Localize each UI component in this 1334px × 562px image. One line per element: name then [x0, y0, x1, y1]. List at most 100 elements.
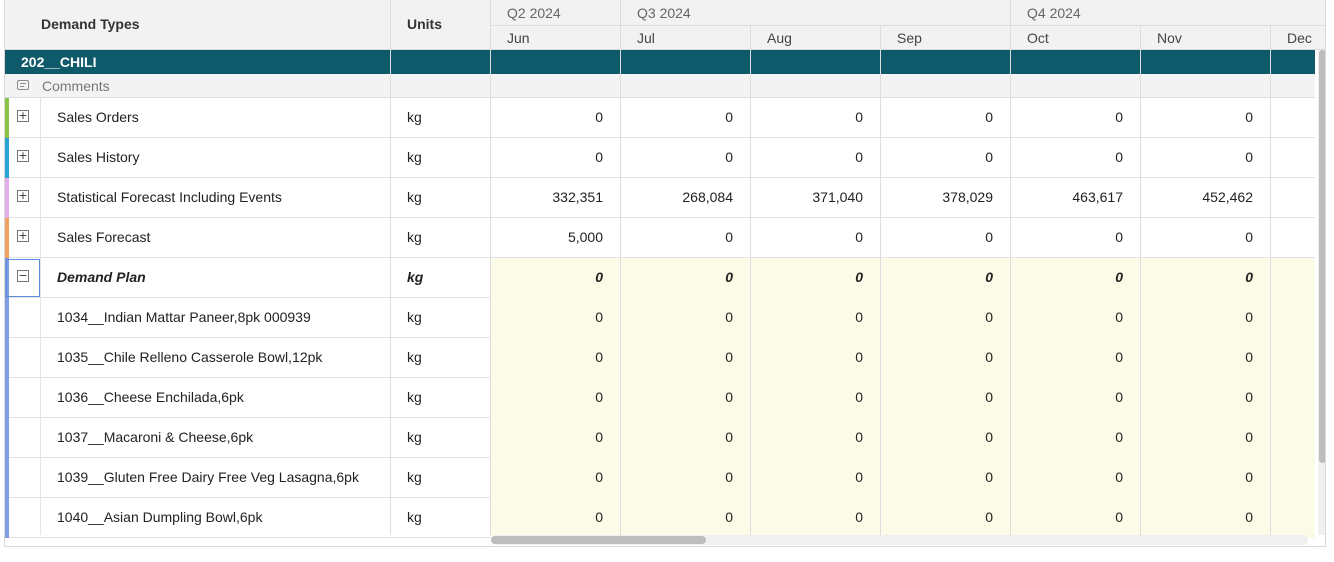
- horizontal-scrollbar[interactable]: [491, 535, 1308, 545]
- value-cell[interactable]: 0: [751, 98, 881, 138]
- value-cell[interactable]: 0: [881, 218, 1011, 258]
- value-cell[interactable]: 0: [751, 498, 881, 538]
- table-row[interactable]: 1035__Chile Relleno Casserole Bowl,12pk k…: [5, 338, 1315, 378]
- value-cell[interactable]: 0: [1141, 258, 1271, 298]
- value-cell[interactable]: 0: [1141, 98, 1271, 138]
- value-cell[interactable]: 0: [621, 218, 751, 258]
- value-cell[interactable]: 0: [881, 338, 1011, 378]
- expand-icon[interactable]: +: [17, 190, 29, 202]
- value-cell[interactable]: 268,084: [621, 178, 751, 218]
- header-month-aug[interactable]: Aug: [767, 30, 792, 46]
- value-cell[interactable]: 0: [751, 298, 881, 338]
- value-cell[interactable]: 0: [491, 258, 621, 298]
- value-cell-dec[interactable]: [1271, 98, 1315, 138]
- table-row[interactable]: + Sales History kg 0 0 0 0 0 0: [5, 138, 1315, 178]
- value-cell[interactable]: 0: [491, 498, 621, 538]
- value-cell[interactable]: 0: [881, 138, 1011, 178]
- expand-icon[interactable]: +: [17, 150, 29, 162]
- value-cell[interactable]: 0: [1011, 218, 1141, 258]
- value-cell[interactable]: 0: [1141, 498, 1271, 538]
- comments-row[interactable]: Comments: [5, 74, 1315, 98]
- vertical-scrollbar[interactable]: [1318, 50, 1325, 535]
- value-cell[interactable]: 0: [1141, 338, 1271, 378]
- value-cell[interactable]: 332,351: [491, 178, 621, 218]
- value-cell[interactable]: 0: [1141, 458, 1271, 498]
- value-cell[interactable]: 0: [1141, 298, 1271, 338]
- value-cell[interactable]: 0: [1011, 498, 1141, 538]
- expand-icon[interactable]: +: [17, 230, 29, 242]
- table-row[interactable]: + Sales Orders kg 0 0 0 0 0 0: [5, 98, 1315, 138]
- value-cell-dec[interactable]: [1271, 258, 1315, 298]
- value-cell[interactable]: 0: [881, 458, 1011, 498]
- value-cell[interactable]: 0: [1011, 258, 1141, 298]
- comment-icon[interactable]: [17, 80, 29, 90]
- header-month-jul[interactable]: Jul: [637, 30, 655, 46]
- value-cell[interactable]: 0: [621, 418, 751, 458]
- group-band[interactable]: 202__CHILI: [5, 50, 1315, 74]
- value-cell[interactable]: 0: [751, 338, 881, 378]
- value-cell[interactable]: 0: [1011, 378, 1141, 418]
- value-cell[interactable]: 0: [621, 458, 751, 498]
- value-cell[interactable]: 0: [1141, 418, 1271, 458]
- value-cell[interactable]: 0: [881, 418, 1011, 458]
- header-month-jun[interactable]: Jun: [507, 30, 530, 46]
- value-cell[interactable]: 0: [1011, 418, 1141, 458]
- value-cell[interactable]: 0: [1141, 218, 1271, 258]
- value-cell[interactable]: 0: [1011, 98, 1141, 138]
- header-demand-types[interactable]: Demand Types: [41, 16, 140, 32]
- header-month-nov[interactable]: Nov: [1157, 30, 1182, 46]
- value-cell[interactable]: 0: [621, 498, 751, 538]
- value-cell[interactable]: 0: [491, 458, 621, 498]
- value-cell[interactable]: 0: [491, 338, 621, 378]
- table-row[interactable]: 1036__Cheese Enchilada,6pk kg 0 0 0 0 0 0: [5, 378, 1315, 418]
- header-month-sep[interactable]: Sep: [897, 30, 922, 46]
- value-cell-dec[interactable]: [1271, 338, 1315, 378]
- value-cell[interactable]: 0: [621, 138, 751, 178]
- value-cell-dec[interactable]: [1271, 138, 1315, 178]
- value-cell[interactable]: 0: [751, 378, 881, 418]
- value-cell[interactable]: 0: [881, 498, 1011, 538]
- value-cell-dec[interactable]: [1271, 498, 1315, 538]
- value-cell[interactable]: 0: [491, 138, 621, 178]
- table-row[interactable]: 1039__Gluten Free Dairy Free Veg Lasagna…: [5, 458, 1315, 498]
- value-cell-dec[interactable]: [1271, 298, 1315, 338]
- horizontal-scroll-thumb[interactable]: [491, 536, 706, 544]
- value-cell[interactable]: 0: [1141, 378, 1271, 418]
- table-row[interactable]: + Sales Forecast kg 5,000 0 0 0 0 0: [5, 218, 1315, 258]
- value-cell[interactable]: 5,000: [491, 218, 621, 258]
- value-cell[interactable]: 0: [1011, 138, 1141, 178]
- value-cell[interactable]: 0: [881, 258, 1011, 298]
- value-cell[interactable]: 0: [1011, 458, 1141, 498]
- value-cell-dec[interactable]: [1271, 178, 1315, 218]
- value-cell[interactable]: 463,617: [1011, 178, 1141, 218]
- value-cell-dec[interactable]: [1271, 378, 1315, 418]
- expand-icon[interactable]: +: [17, 110, 29, 122]
- value-cell[interactable]: 0: [751, 458, 881, 498]
- header-units[interactable]: Units: [407, 16, 442, 32]
- value-cell[interactable]: 0: [491, 98, 621, 138]
- table-row[interactable]: 1040__Asian Dumpling Bowl,6pk kg 0 0 0 0 0 0: [5, 498, 1315, 538]
- value-cell[interactable]: 0: [881, 98, 1011, 138]
- value-cell[interactable]: 0: [621, 378, 751, 418]
- value-cell[interactable]: 0: [621, 298, 751, 338]
- value-cell[interactable]: 0: [1141, 138, 1271, 178]
- value-cell[interactable]: 0: [881, 298, 1011, 338]
- value-cell[interactable]: 378,029: [881, 178, 1011, 218]
- vertical-scroll-thumb[interactable]: [1319, 50, 1325, 463]
- value-cell[interactable]: 0: [1011, 338, 1141, 378]
- value-cell[interactable]: 0: [491, 298, 621, 338]
- table-row[interactable]: 1034__Indian Mattar Paneer,8pk 000939 kg 0…: [5, 298, 1315, 338]
- table-row[interactable]: 1037__Macaroni & Cheese,6pk kg 0 0 0 0 0 0: [5, 418, 1315, 458]
- table-row[interactable]: − Demand Plan kg 0 0 0 0 0 0: [5, 258, 1315, 298]
- value-cell[interactable]: 0: [491, 418, 621, 458]
- value-cell-dec[interactable]: [1271, 418, 1315, 458]
- value-cell[interactable]: 0: [621, 98, 751, 138]
- value-cell[interactable]: 0: [621, 258, 751, 298]
- value-cell-dec[interactable]: [1271, 458, 1315, 498]
- value-cell[interactable]: 0: [881, 378, 1011, 418]
- value-cell[interactable]: 0: [491, 378, 621, 418]
- value-cell[interactable]: 0: [751, 418, 881, 458]
- header-month-oct[interactable]: Oct: [1027, 30, 1049, 46]
- value-cell-dec[interactable]: [1271, 218, 1315, 258]
- value-cell[interactable]: 0: [1011, 298, 1141, 338]
